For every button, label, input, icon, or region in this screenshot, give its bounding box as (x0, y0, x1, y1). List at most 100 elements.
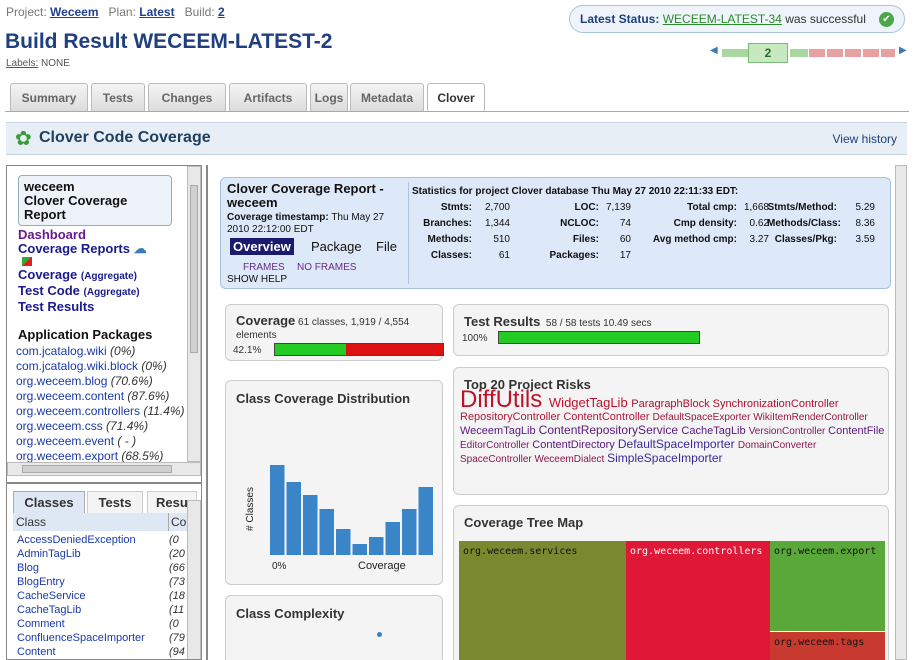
build-strip-segment[interactable] (722, 49, 748, 57)
table-row[interactable]: BlogEntry (73 (17, 575, 187, 589)
tab-tests-sub[interactable]: Tests (87, 491, 143, 513)
risk-class-link[interactable]: WeceemDialect (534, 454, 607, 465)
build-strip-segment[interactable] (809, 49, 895, 57)
treemap-cell[interactable]: org.weceem.controllers (626, 541, 770, 660)
nav-file[interactable]: File (376, 239, 397, 254)
report-icon (22, 257, 32, 266)
tab-clover[interactable]: Clover (427, 83, 485, 112)
build-link[interactable]: 2 (218, 5, 225, 19)
tab-logs[interactable]: Logs (310, 83, 348, 111)
risk-class-link[interactable]: SimpleSpaceImporter (607, 451, 722, 465)
risk-class-link[interactable]: CacheTagLib (681, 425, 748, 437)
package-vertical-scrollbar[interactable] (187, 166, 201, 462)
no-frames-link[interactable]: NO FRAMES (297, 262, 356, 273)
treemap-cell[interactable]: org.weceem.tags (770, 631, 885, 660)
scrollbar-thumb[interactable] (190, 185, 198, 353)
risk-class-link[interactable]: DiffUtils (460, 386, 549, 413)
table-row[interactable]: Blog (66 (17, 561, 187, 575)
risk-class-link[interactable]: EditorController (460, 440, 532, 451)
test-code-link[interactable]: Test Code (18, 283, 80, 298)
table-row[interactable]: CacheService (18 (17, 589, 187, 603)
tab-summary[interactable]: Summary (10, 83, 88, 111)
risk-class-link[interactable]: ContentController (563, 411, 652, 423)
stat-label: Methods: (427, 234, 472, 245)
cloud-icon: ☁ (133, 241, 147, 256)
list-item[interactable]: org.weceem.event ( - ) (16, 434, 185, 449)
risk-class-link[interactable]: ContentRepositoryService (539, 423, 682, 437)
table-row[interactable]: CacheTagLib (11 (17, 603, 187, 617)
risk-class-link[interactable]: ContentDirectory (532, 439, 618, 451)
risk-class-link[interactable]: WidgetTagLib (549, 395, 631, 410)
table-row[interactable]: AdminTagLib (20 (17, 547, 187, 561)
tab-changes[interactable]: Changes (148, 83, 226, 111)
treemap-cell[interactable]: org.weceem.services (459, 541, 626, 660)
dashboard-link[interactable]: Dashboard (18, 228, 147, 242)
prev-build-arrow-icon[interactable]: ◀ (710, 45, 718, 56)
list-item[interactable]: org.weceem.content (87.6%) (16, 389, 185, 404)
project-link[interactable]: Weceem (50, 5, 98, 19)
latest-build-link[interactable]: WECEEM-LATEST-34 (663, 12, 782, 26)
current-build-marker[interactable]: 2 (748, 43, 788, 63)
distribution-bar (352, 544, 367, 555)
coverage-tree-map: Coverage Tree Map org.weceem.services or… (453, 505, 889, 660)
test-code-aggregate-link[interactable]: (Aggregate) (84, 287, 140, 298)
coverage-bar (274, 343, 444, 356)
table-row[interactable]: AccessDeniedException (0 (17, 533, 187, 547)
list-item[interactable]: org.weceem.controllers (11.4%) (16, 404, 185, 419)
list-item[interactable]: org.weceem.css (71.4%) (16, 419, 185, 434)
y-axis-label: # Classes (245, 487, 256, 531)
tab-artifacts[interactable]: Artifacts (229, 83, 307, 111)
risk-class-link[interactable]: ContentFile (828, 425, 884, 437)
show-help-link[interactable]: SHOW HELP (227, 274, 287, 285)
risk-class-link[interactable]: SynchronizationController (713, 398, 839, 410)
tab-metadata[interactable]: Metadata (350, 83, 424, 111)
report-vertical-scrollbar[interactable] (895, 165, 907, 660)
stat-label: Files: (572, 234, 599, 245)
list-item[interactable]: org.weceem.blog (70.6%) (16, 374, 185, 389)
coverage-reports-link[interactable]: Coverage Reports (18, 241, 130, 256)
risk-class-link[interactable]: WeceemTagLib (460, 425, 539, 437)
nav-package[interactable]: Package (311, 239, 362, 254)
coverage-link[interactable]: Coverage (18, 267, 77, 282)
plan-link[interactable]: Latest (139, 5, 174, 19)
labels-link[interactable]: Labels: (6, 58, 38, 69)
column-header-class[interactable]: Class (16, 513, 46, 531)
risk-class-link[interactable]: DefaultSpaceImporter (618, 437, 738, 451)
stat-label: Classes/Pkg: (774, 234, 837, 245)
risk-class-link[interactable]: VersionController (749, 426, 828, 437)
left-navigation-frame: weceem Clover Coverage Report Dashboard … (6, 165, 202, 660)
tab-tests[interactable]: Tests (91, 83, 145, 111)
class-vertical-scrollbar[interactable] (187, 500, 201, 659)
stat-label: Packages: (549, 250, 599, 261)
risk-class-link[interactable]: RepositoryController (460, 411, 563, 423)
nav-overview[interactable]: Overview (230, 238, 294, 255)
stat-label: Stmts/Method: (767, 202, 837, 213)
tab-classes[interactable]: Classes (13, 491, 85, 513)
risk-class-link[interactable]: DefaultSpaceExporter (653, 412, 754, 423)
risk-class-link[interactable]: ParagraphBlock (631, 398, 712, 410)
next-build-arrow-icon[interactable]: ▶ (899, 45, 907, 56)
treemap-cell[interactable]: org.weceem.export (770, 541, 885, 631)
build-strip-segment[interactable] (790, 49, 808, 57)
tests-bar (498, 331, 700, 344)
stat-label: Total cmp: (687, 202, 737, 213)
list-item[interactable]: com.jcatalog.wiki.block (0%) (16, 359, 185, 374)
view-history-link[interactable]: View history (833, 132, 897, 146)
risk-class-link[interactable]: SpaceController (460, 454, 534, 465)
coverage-aggregate-link[interactable]: (Aggregate) (81, 271, 137, 282)
table-row[interactable]: ConfluenceSpaceImporter (79 (17, 631, 187, 645)
table-row[interactable]: Content (94 (17, 645, 187, 659)
latest-status: Latest Status: WECEEM-LATEST-34 was succ… (569, 5, 905, 33)
test-results-link[interactable]: Test Results (18, 300, 147, 314)
package-horizontal-scrollbar[interactable] (7, 462, 201, 476)
list-item[interactable]: com.jcatalog.wiki (0%) (16, 344, 185, 359)
report-frame: Clover Coverage Report - weceem Coverage… (206, 165, 907, 660)
scrollbar-thumb[interactable] (22, 465, 172, 473)
table-row[interactable]: Comment (0 (17, 617, 187, 631)
risk-class-link[interactable]: WikiItemRenderController (753, 412, 867, 423)
risk-class-link[interactable]: DomainConverter (738, 440, 816, 451)
coverage-timestamp: Coverage timestamp: Thu May 27 2010 22:1… (227, 212, 385, 235)
frames-link[interactable]: FRAMES (243, 262, 285, 273)
stat-value: 17 (619, 250, 631, 261)
column-header-coverage[interactable]: Co (168, 513, 186, 531)
